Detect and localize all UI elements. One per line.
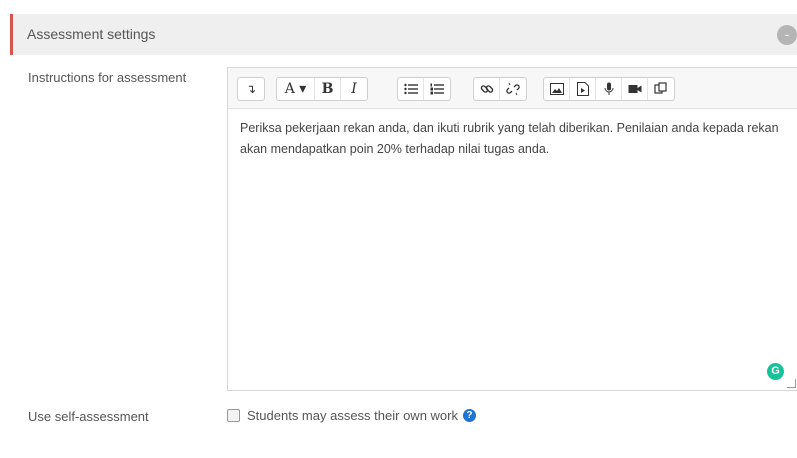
self-assessment-checkbox-label[interactable]: Students may assess their own work (247, 408, 458, 423)
section-title: Assessment settings (27, 26, 156, 42)
instructions-editor[interactable]: ↴ A ▾ B I Periksa pekerjaan rekan anda, … (227, 67, 797, 391)
help-icon[interactable]: ? (462, 409, 476, 422)
unlink-icon[interactable] (500, 78, 526, 100)
link-icon[interactable] (474, 78, 500, 100)
instructions-label: Instructions for assessment (28, 70, 187, 85)
grammarly-icon[interactable]: G (767, 363, 784, 380)
editor-toolbar: ↴ A ▾ B I (228, 68, 797, 109)
paste-icon[interactable] (648, 78, 674, 100)
media-icon[interactable] (570, 78, 596, 100)
toolbar-group-style: A ▾ B I (276, 77, 368, 101)
resize-handle[interactable] (787, 379, 796, 388)
self-assessment-label: Use self-assessment (28, 409, 149, 424)
numbered-list-icon[interactable] (424, 78, 450, 100)
image-icon[interactable] (544, 78, 570, 100)
bullet-list-icon[interactable] (398, 78, 424, 100)
toolbar-group-media (543, 77, 675, 101)
toolbar-group-links (473, 77, 527, 101)
bold-button[interactable]: B (315, 78, 341, 100)
collapse-icon[interactable]: - (777, 25, 797, 45)
toolbar-group-collapse: ↴ (237, 77, 265, 101)
video-icon[interactable] (622, 78, 648, 100)
self-assessment-checkbox[interactable] (227, 409, 240, 422)
toolbar-group-lists (397, 77, 451, 101)
section-header-assessment-settings[interactable]: Assessment settings - (10, 14, 797, 55)
font-size-button[interactable]: A ▾ (277, 78, 315, 100)
italic-button[interactable]: I (341, 78, 367, 100)
instructions-text[interactable]: Periksa pekerjaan rekan anda, dan ikuti … (240, 118, 780, 160)
self-assessment-row: Students may assess their own work ? (227, 408, 476, 423)
microphone-icon[interactable] (596, 78, 622, 100)
toolbar-collapse-icon[interactable]: ↴ (238, 78, 264, 100)
